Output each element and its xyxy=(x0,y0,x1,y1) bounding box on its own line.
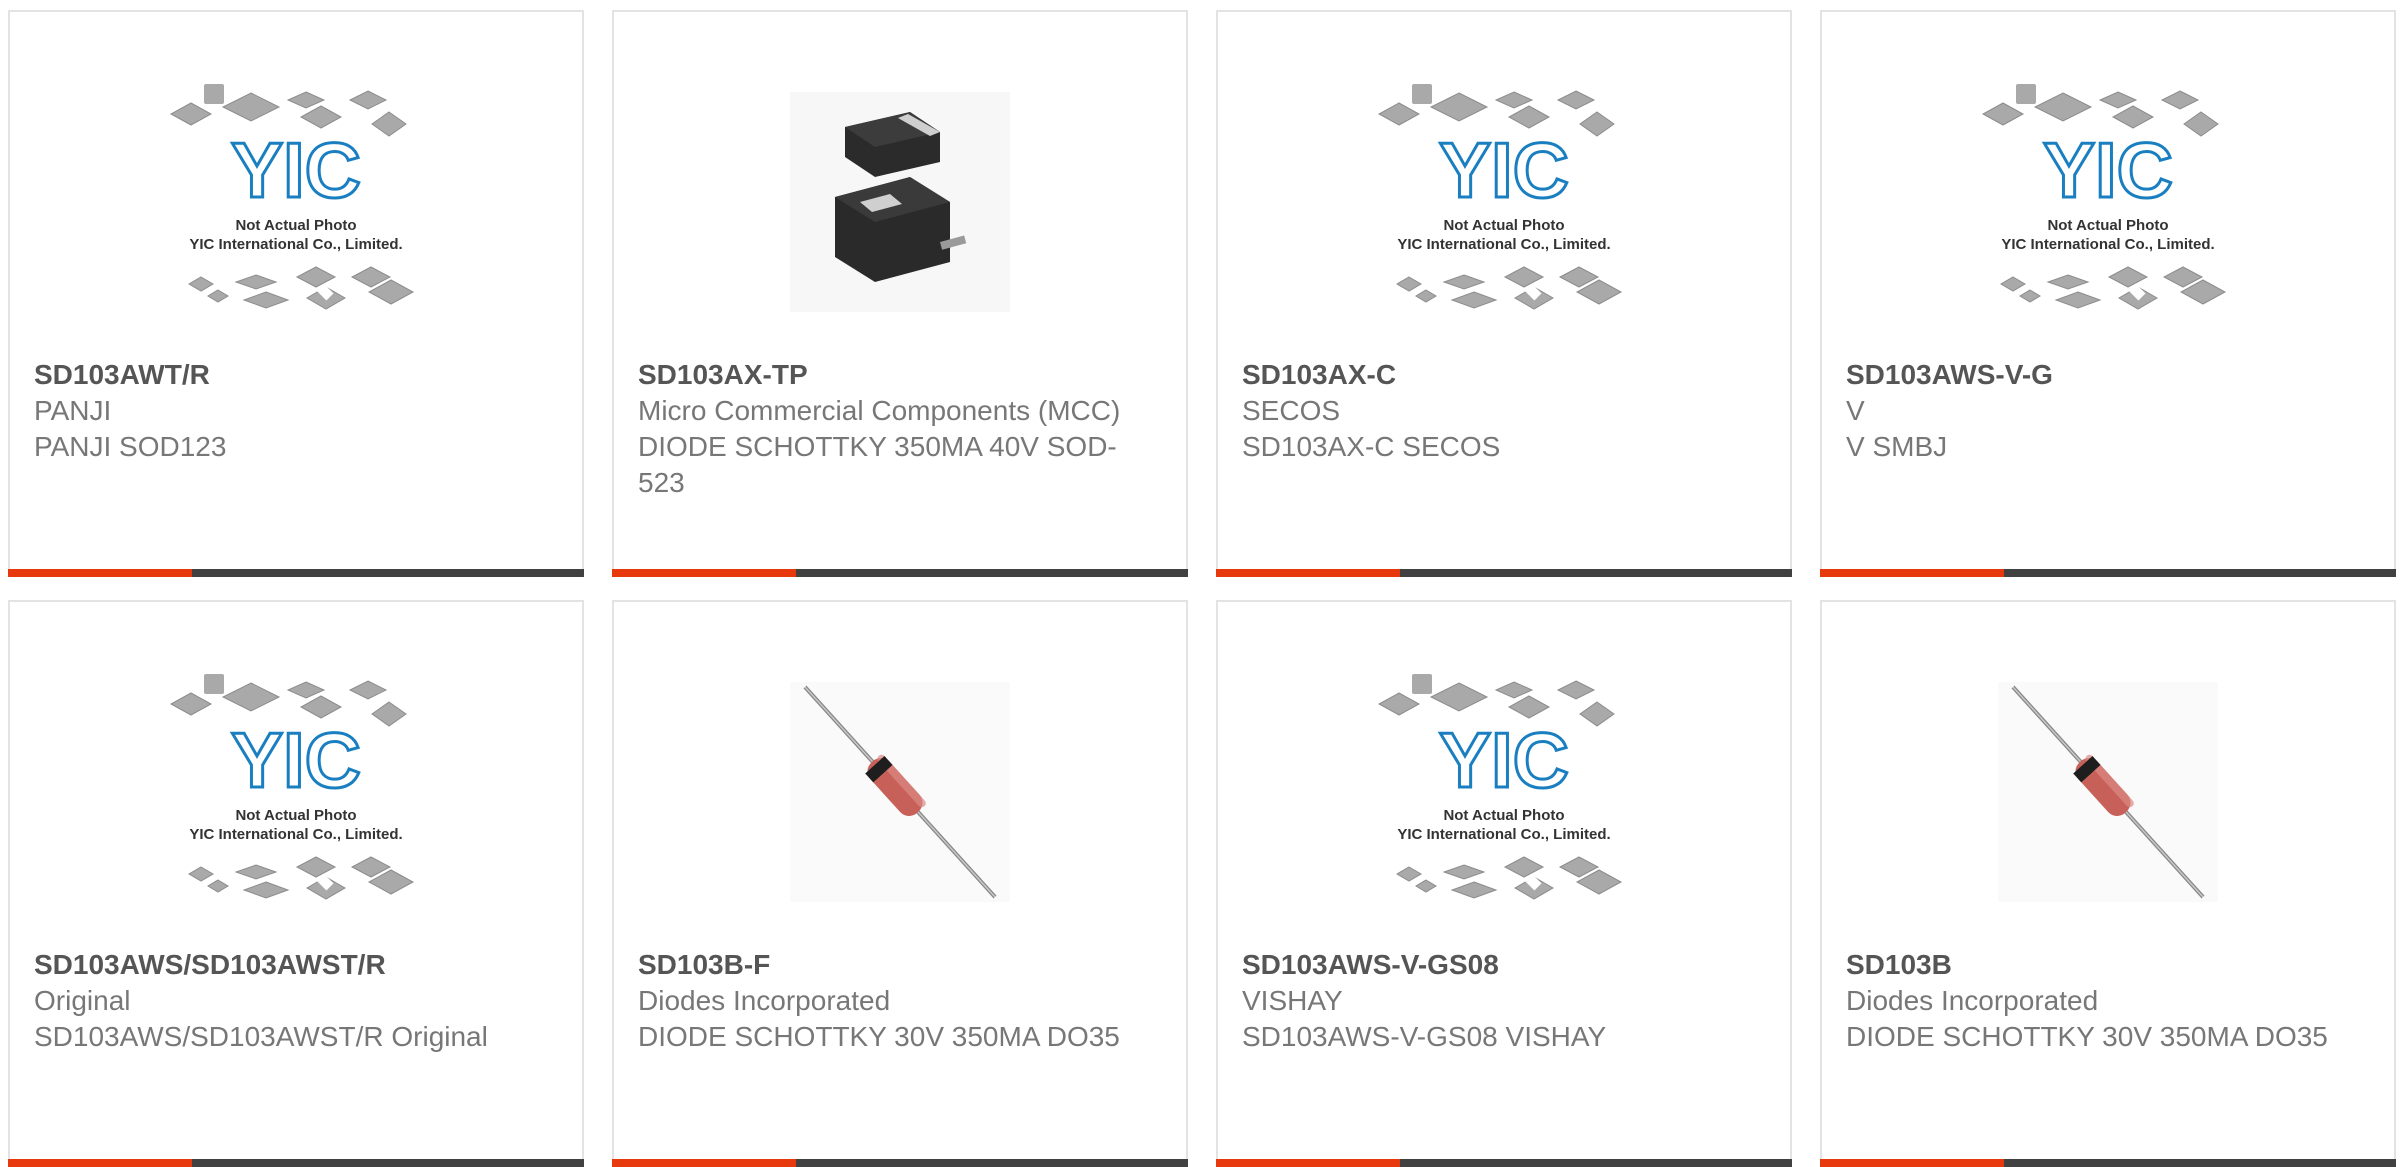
yic-logo: YIC xyxy=(1439,126,1569,214)
axial-diode-image xyxy=(790,682,1010,902)
company-label: YIC International Co., Limited. xyxy=(2001,236,2214,253)
product-grid: YIC Not Actual Photo YIC International C… xyxy=(0,0,2400,1167)
product-image[interactable]: YIC Not Actual Photo YIC International C… xyxy=(1218,642,1790,942)
product-info: SD103AWS/SD103AWST/R Original SD103AWS/S… xyxy=(34,947,558,1055)
part-number-link[interactable]: SD103B-F xyxy=(638,947,1162,983)
yic-logo: YIC xyxy=(231,126,361,214)
description: PANJI SOD123 xyxy=(34,431,227,462)
description: SD103AWS/SD103AWST/R Original xyxy=(34,1021,488,1052)
yic-logo: YIC xyxy=(231,716,361,804)
product-card[interactable]: YIC Not Actual Photo YIC International C… xyxy=(8,600,584,1167)
manufacturer: VISHAY xyxy=(1242,985,1343,1016)
manufacturer: Diodes Incorporated xyxy=(638,985,891,1016)
card-accent-bar xyxy=(8,1159,584,1167)
product-info: SD103B-F Diodes Incorporated DIODE SCHOT… xyxy=(638,947,1162,1055)
card-accent-bar xyxy=(612,1159,1188,1167)
not-actual-photo-label: Not Actual Photo xyxy=(1443,217,1564,234)
product-card[interactable]: SD103B-F Diodes Incorporated DIODE SCHOT… xyxy=(612,600,1188,1167)
card-accent-bar xyxy=(1216,569,1792,577)
yic-logo: YIC xyxy=(1439,716,1569,804)
manufacturer: Original xyxy=(34,985,131,1016)
product-card[interactable]: YIC Not Actual Photo YIC International C… xyxy=(1216,600,1792,1167)
part-number-link[interactable]: SD103AX-C xyxy=(1242,357,1766,393)
placeholder-image: YIC Not Actual Photo YIC International C… xyxy=(1377,674,1623,900)
product-image[interactable]: YIC Not Actual Photo YIC International C… xyxy=(10,52,582,352)
product-info: SD103AWS-V-GS08 VISHAY SD103AWS-V-GS08 V… xyxy=(1242,947,1766,1055)
company-label: YIC International Co., Limited. xyxy=(189,826,402,843)
product-image[interactable] xyxy=(1822,642,2394,942)
product-card[interactable]: SD103B Diodes Incorporated DIODE SCHOTTK… xyxy=(1820,600,2396,1167)
part-number-link[interactable]: SD103AX-TP xyxy=(638,357,1162,393)
part-number-link[interactable]: SD103AWS/SD103AWST/R xyxy=(34,947,558,983)
product-info: SD103AX-TP Micro Commercial Components (… xyxy=(638,357,1162,501)
product-card[interactable]: YIC Not Actual Photo YIC International C… xyxy=(1216,10,1792,577)
part-number-link[interactable]: SD103AWS-V-GS08 xyxy=(1242,947,1766,983)
not-actual-photo-label: Not Actual Photo xyxy=(235,807,356,824)
product-info: SD103AWS-V-G V V SMBJ xyxy=(1846,357,2370,465)
manufacturer: Micro Commercial Components (MCC) xyxy=(638,395,1121,426)
axial-diode-image xyxy=(1998,682,2218,902)
placeholder-image: YIC Not Actual Photo YIC International C… xyxy=(169,84,415,310)
yic-logo: YIC xyxy=(2043,126,2173,214)
manufacturer: V xyxy=(1846,395,1865,426)
not-actual-photo-label: Not Actual Photo xyxy=(235,217,356,234)
product-info: SD103AX-C SECOS SD103AX-C SECOS xyxy=(1242,357,1766,465)
placeholder-image: YIC Not Actual Photo YIC International C… xyxy=(1981,84,2227,310)
card-accent-bar xyxy=(1820,1159,2396,1167)
product-image[interactable] xyxy=(614,642,1186,942)
placeholder-image: YIC Not Actual Photo YIC International C… xyxy=(1377,84,1623,310)
card-accent-bar xyxy=(1216,1159,1792,1167)
description: V SMBJ xyxy=(1846,431,1948,462)
product-image[interactable]: YIC Not Actual Photo YIC International C… xyxy=(10,642,582,942)
not-actual-photo-label: Not Actual Photo xyxy=(2047,217,2168,234)
card-accent-bar xyxy=(612,569,1188,577)
card-accent-bar xyxy=(8,569,584,577)
product-image[interactable] xyxy=(614,52,1186,352)
description: DIODE SCHOTTKY 30V 350MA DO35 xyxy=(638,1021,1120,1052)
product-info: SD103B Diodes Incorporated DIODE SCHOTTK… xyxy=(1846,947,2370,1055)
description: DIODE SCHOTTKY 350MA 40V SOD-523 xyxy=(638,431,1117,498)
product-info: SD103AWT/R PANJI PANJI SOD123 xyxy=(34,357,558,465)
part-number-link[interactable]: SD103B xyxy=(1846,947,2370,983)
manufacturer: SECOS xyxy=(1242,395,1341,426)
part-number-link[interactable]: SD103AWT/R xyxy=(34,357,558,393)
description: SD103AWS-V-GS08 VISHAY xyxy=(1242,1021,1607,1052)
product-card[interactable]: YIC Not Actual Photo YIC International C… xyxy=(1820,10,2396,577)
not-actual-photo-label: Not Actual Photo xyxy=(1443,807,1564,824)
company-label: YIC International Co., Limited. xyxy=(1397,826,1610,843)
placeholder-image: YIC Not Actual Photo YIC International C… xyxy=(169,674,415,900)
product-image[interactable]: YIC Not Actual Photo YIC International C… xyxy=(1822,52,2394,352)
description: SD103AX-C SECOS xyxy=(1242,431,1501,462)
manufacturer: PANJI xyxy=(34,395,112,426)
description: DIODE SCHOTTKY 30V 350MA DO35 xyxy=(1846,1021,2328,1052)
product-card[interactable]: SD103AX-TP Micro Commercial Components (… xyxy=(612,10,1188,577)
company-label: YIC International Co., Limited. xyxy=(1397,236,1610,253)
card-accent-bar xyxy=(1820,569,2396,577)
smd-diode-image xyxy=(790,92,1010,312)
manufacturer: Diodes Incorporated xyxy=(1846,985,2099,1016)
part-number-link[interactable]: SD103AWS-V-G xyxy=(1846,357,2370,393)
product-image[interactable]: YIC Not Actual Photo YIC International C… xyxy=(1218,52,1790,352)
product-card[interactable]: YIC Not Actual Photo YIC International C… xyxy=(8,10,584,577)
company-label: YIC International Co., Limited. xyxy=(189,236,402,253)
